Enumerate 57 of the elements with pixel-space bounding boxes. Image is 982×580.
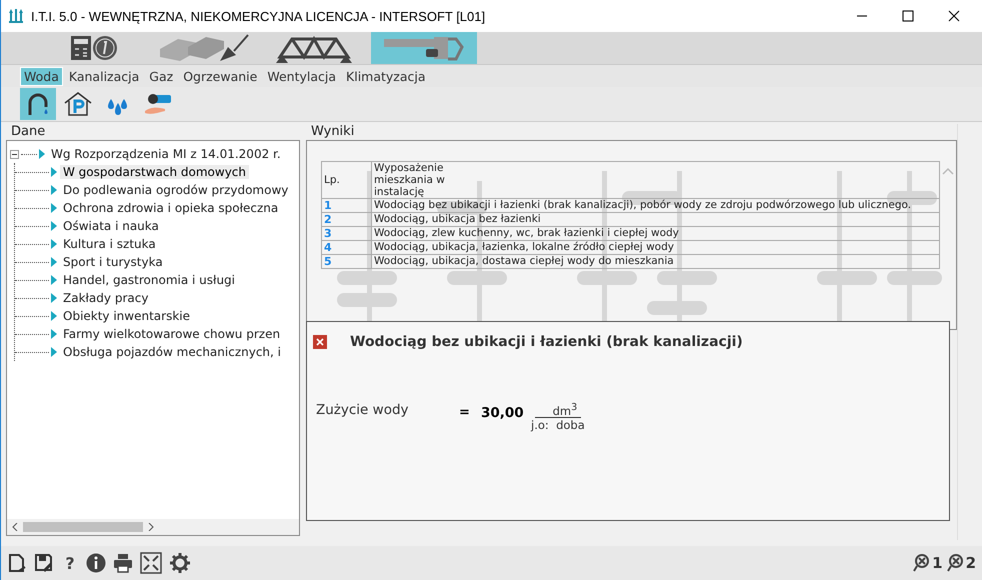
- tree-item[interactable]: Zakłady pracy: [60, 291, 152, 305]
- parameter-label: Zużycie wody: [316, 402, 410, 418]
- panel-title: Wyniki: [310, 124, 356, 140]
- scroll-left-icon[interactable]: [11, 523, 19, 531]
- window-title: I.T.I. 5.0 - WEWNĘTRZNA, NIEKOMERCYJNA LICENCJA - INTERSOFT [L01]: [31, 8, 486, 24]
- help-button[interactable]: ?: [61, 554, 79, 572]
- tree-item[interactable]: Wg Rozporządzenia MI z 14.01.2002 r.: [48, 147, 284, 161]
- tree-item[interactable]: Handel, gastronomia i usługi: [60, 273, 238, 287]
- tree-item[interactable]: Obsługa pojazdów mechanicznych, i: [60, 345, 284, 359]
- save-edit-icon[interactable]: [34, 553, 54, 573]
- close-icon[interactable]: [948, 10, 960, 22]
- table-cell: Wodociąg, ubikacja bez łazienki: [372, 212, 940, 226]
- collapse-toggle[interactable]: [10, 150, 19, 158]
- column-header: Lp.: [322, 162, 372, 198]
- panel-title: Dane: [10, 124, 46, 140]
- status-count: 2: [966, 554, 976, 572]
- module-tab[interactable]: [371, 32, 477, 64]
- zoom-out-icon[interactable]: [946, 554, 965, 572]
- bricks-trowel-icon: [158, 33, 250, 63]
- menu-tab[interactable]: Woda: [20, 66, 63, 86]
- scroll-right-icon[interactable]: [147, 523, 155, 531]
- tree-item[interactable]: Oświata i nauka: [60, 219, 162, 233]
- equals-sign: =: [459, 405, 471, 420]
- menu-tab[interactable]: Kanalizacja: [64, 66, 144, 86]
- menu-tab[interactable]: Gaz: [145, 66, 178, 86]
- tree-item[interactable]: Sport i turystyka: [60, 255, 166, 269]
- tree-item[interactable]: Do podlewania ogrodów przydomowy: [60, 183, 292, 197]
- detail-title: Wodociąg bez ubikacji i łazienki (brak kanalizacji): [350, 334, 743, 350]
- house-icon: [63, 91, 93, 117]
- new-document-icon[interactable]: [7, 553, 27, 573]
- column-header: Wyposażenie mieszkania w instalację: [372, 162, 940, 198]
- status-count: 1: [932, 554, 943, 572]
- menu-tab[interactable]: Klimatyzacja: [342, 66, 430, 86]
- menu-tab[interactable]: Wentylacja: [263, 66, 340, 86]
- zoom-out-icon[interactable]: [913, 554, 932, 572]
- tool-button[interactable]: [20, 88, 56, 120]
- table-cell: Wodociąg, ubikacja, dostawa ciepłej wody do mieszkania: [372, 254, 940, 268]
- fit-screen-icon[interactable]: [140, 552, 162, 574]
- menu-tab[interactable]: Ogrzewanie: [179, 66, 262, 86]
- print-icon[interactable]: [113, 553, 133, 573]
- tree-item[interactable]: Ochrona zdrowia i opieka społeczna: [60, 201, 282, 215]
- settings-icon[interactable]: [169, 552, 191, 574]
- app-logo-icon: [9, 9, 25, 23]
- hand-pipe-icon: [143, 91, 173, 117]
- unit-numerator: dm$^{3}$: [534, 402, 582, 418]
- unit-denominator: j.o: doba: [531, 418, 585, 432]
- table-cell: Wodociąg bez ubikacji i łazienki (brak kanalizacji), pobór wody ze zdroju podwórzowego lub ulicznego.: [372, 198, 940, 212]
- tree-item[interactable]: Farmy wielkotowarowe chowu przen: [60, 327, 284, 341]
- tree-item[interactable]: W gospodarstwach domowych: [60, 165, 250, 179]
- table-cell: Wodociąg, ubikacja, łazienka, lokalne źródło ciepłej wody: [372, 240, 940, 254]
- info-icon[interactable]: [86, 553, 106, 573]
- horizontal-scrollbar[interactable]: [7, 519, 299, 535]
- parameter-value: 30,00: [481, 405, 525, 421]
- maximize-icon[interactable]: [902, 10, 914, 22]
- tree-item[interactable]: Obiekty inwentarskie: [60, 309, 194, 323]
- table-cell: Wodociąg, zlew kuchenny, wc, brak łazienki i ciepłej wody: [372, 226, 940, 240]
- tree-item[interactable]: Kultura i sztuka: [60, 237, 159, 251]
